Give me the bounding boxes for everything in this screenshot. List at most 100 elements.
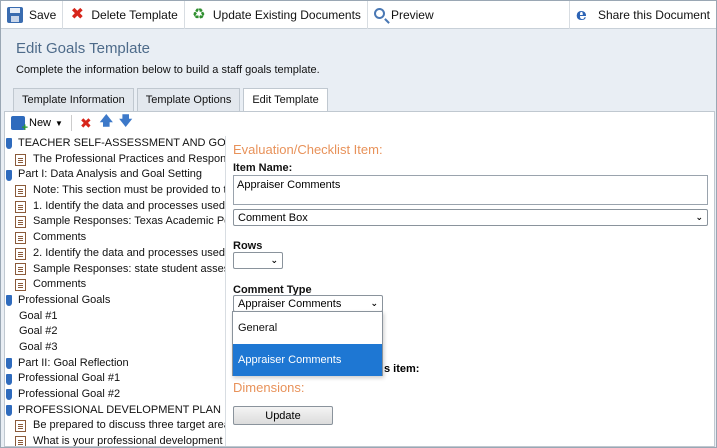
tree-folder[interactable]: Part II: Goal Reflection <box>5 356 225 372</box>
chevron-down-icon: ⌄ <box>270 255 278 265</box>
tree-item[interactable]: Goal #1 <box>5 309 225 325</box>
tab-template-options[interactable]: Template Options <box>136 88 241 111</box>
tree-folder[interactable]: Part I: Data Analysis and Goal Setting <box>5 167 225 183</box>
item-type-select[interactable]: Comment Box ⌄ <box>233 209 708 226</box>
tree-item[interactable]: 1. Identify the data and processes used <box>5 199 225 215</box>
tree-label: Comments <box>33 278 87 291</box>
folder-icon <box>6 295 12 307</box>
tree-label: PROFESSIONAL DEVELOPMENT PLAN <box>18 403 221 416</box>
tree-label: Professional Goal #1 <box>18 372 121 385</box>
dimensions-heading: Dimensions: <box>233 380 305 395</box>
dropdown-option-appraiser-comments[interactable]: Appraiser Comments <box>233 344 382 376</box>
tree-label: Part I: Data Analysis and Goal Setting <box>18 168 203 181</box>
tree-item[interactable]: Note: This section must be provided to t… <box>5 183 225 199</box>
tree-folder[interactable]: TEACHER SELF-ASSESSMENT AND GOAL SETTING <box>5 136 225 152</box>
comment-type-value: Appraiser Comments <box>238 297 342 310</box>
share-label: Share this Document <box>597 7 710 22</box>
page-title: Edit Goals Template <box>16 40 150 57</box>
toolbar-divider <box>70 115 72 131</box>
folder-icon <box>6 138 12 150</box>
tree-folder[interactable]: Professional Goal #2 <box>5 387 225 403</box>
document-icon <box>15 435 26 446</box>
item-editor-form: Evaluation/Checklist Item: Item Name: Ap… <box>231 136 714 446</box>
tree-label: The Professional Practices and Responsib… <box>33 152 226 165</box>
update-existing-documents-button[interactable]: ♻ Update Existing Documents <box>185 0 368 29</box>
dropdown-option-general[interactable]: General <box>233 312 382 344</box>
app-window: Save ✖ Delete Template ♻ Update Existing… <box>0 0 717 448</box>
document-icon <box>15 263 26 276</box>
tree-toolbar: New ▼ ✖ 🡅 🡇 <box>5 112 714 134</box>
tree-label: Goal #2 <box>19 325 58 338</box>
tree-label: Sample Responses: state student assessme… <box>33 262 225 275</box>
document-icon <box>15 184 26 197</box>
tree-label: Professional Goals <box>18 293 111 306</box>
folder-icon <box>6 169 12 181</box>
tab-bar: Template Information Template Options Ed… <box>13 88 331 112</box>
tree-label: Note: This section must be provided to t… <box>33 184 226 197</box>
comment-type-dropdown-list[interactable]: General Appraiser Comments <box>232 311 383 376</box>
delete-template-button[interactable]: ✖ Delete Template <box>63 0 185 29</box>
magnifier-icon <box>373 7 385 19</box>
tree-folder[interactable]: PROFESSIONAL DEVELOPMENT PLAN <box>5 403 225 419</box>
folder-icon <box>6 405 12 417</box>
save-button[interactable]: Save <box>1 0 64 29</box>
update-button[interactable]: Update <box>233 406 333 425</box>
preview-label: Preview <box>390 7 434 22</box>
tree-item[interactable]: Comments <box>5 277 225 293</box>
rows-label: Rows <box>233 240 263 252</box>
preview-button[interactable]: Preview <box>368 1 440 29</box>
tree-label: Goal #3 <box>19 340 58 353</box>
page-subtitle: Complete the information below to build … <box>16 64 320 76</box>
document-icon <box>15 420 26 433</box>
document-icon <box>15 231 26 244</box>
tree-folder[interactable]: Professional Goals <box>5 293 225 309</box>
folder-icon <box>6 373 12 385</box>
tree-item[interactable]: The Professional Practices and Responsib… <box>5 152 225 168</box>
chevron-down-icon: ⌄ <box>370 298 378 308</box>
tree-label: 2. Identify the data and processes used <box>33 246 226 259</box>
rows-select[interactable]: ⌄ <box>233 252 283 269</box>
tree-label: Professional Goal #2 <box>18 388 121 400</box>
tree-label: Be prepared to discuss three target area… <box>33 419 226 432</box>
new-label: New <box>29 117 52 129</box>
folder-icon <box>6 357 12 369</box>
template-outline-tree[interactable]: TEACHER SELF-ASSESSMENT AND GOAL SETTING… <box>5 136 226 446</box>
tree-item[interactable]: Goal #2 <box>5 324 225 340</box>
save-icon <box>7 6 23 23</box>
share-e-icon: e <box>575 4 587 25</box>
tree-label: TEACHER SELF-ASSESSMENT AND GOAL SETTING <box>18 137 226 149</box>
tree-item[interactable]: Comments <box>5 230 225 246</box>
document-icon <box>15 247 26 260</box>
document-icon <box>15 216 26 229</box>
chevron-down-icon: ⌄ <box>695 212 703 222</box>
move-down-button[interactable]: 🡇 <box>119 112 132 134</box>
item-type-value: Comment Box <box>238 211 308 224</box>
edit-template-panel: New ▼ ✖ 🡅 🡇 TEACHER SELF-ASSESSMENT AND … <box>4 111 715 447</box>
tree-item[interactable]: What is your professional development pl… <box>5 434 225 446</box>
delete-icon: ✖ <box>70 5 85 23</box>
comment-type-select[interactable]: Appraiser Comments ⌄ <box>233 295 383 312</box>
tab-edit-template[interactable]: Edit Template <box>243 88 328 112</box>
tree-item[interactable]: Be prepared to discuss three target area… <box>5 418 225 434</box>
move-up-button[interactable]: 🡅 <box>100 112 113 134</box>
tree-label: 1. Identify the data and processes used <box>33 199 226 212</box>
refresh-icon: ♻ <box>192 5 206 23</box>
update-existing-label: Update Existing Documents <box>212 7 361 22</box>
tree-item[interactable]: Sample Responses: state student assessme… <box>5 262 225 278</box>
delete-item-button[interactable]: ✖ <box>80 115 92 132</box>
tree-folder[interactable]: Professional Goal #1 <box>5 371 225 387</box>
chevron-down-icon: ▼ <box>55 118 63 128</box>
document-icon <box>15 279 26 292</box>
tree-label: Part II: Goal Reflection <box>18 356 129 369</box>
tree-item[interactable]: 2. Identify the data and processes used <box>5 246 225 262</box>
new-item-dropdown-button[interactable]: New ▼ <box>11 116 63 134</box>
tree-item[interactable]: Goal #3 <box>5 340 225 356</box>
delete-template-label: Delete Template <box>91 7 178 22</box>
folder-icon <box>6 389 12 401</box>
tree-label: Sample Responses: Texas Academic Perform… <box>33 215 225 228</box>
item-name-input[interactable]: Appraiser Comments <box>233 175 708 205</box>
tree-label: Goal #1 <box>19 309 58 322</box>
tab-template-information[interactable]: Template Information <box>13 88 134 111</box>
tree-item[interactable]: Sample Responses: Texas Academic Perform… <box>5 214 225 230</box>
share-document-button[interactable]: e Share this Document <box>568 0 716 29</box>
